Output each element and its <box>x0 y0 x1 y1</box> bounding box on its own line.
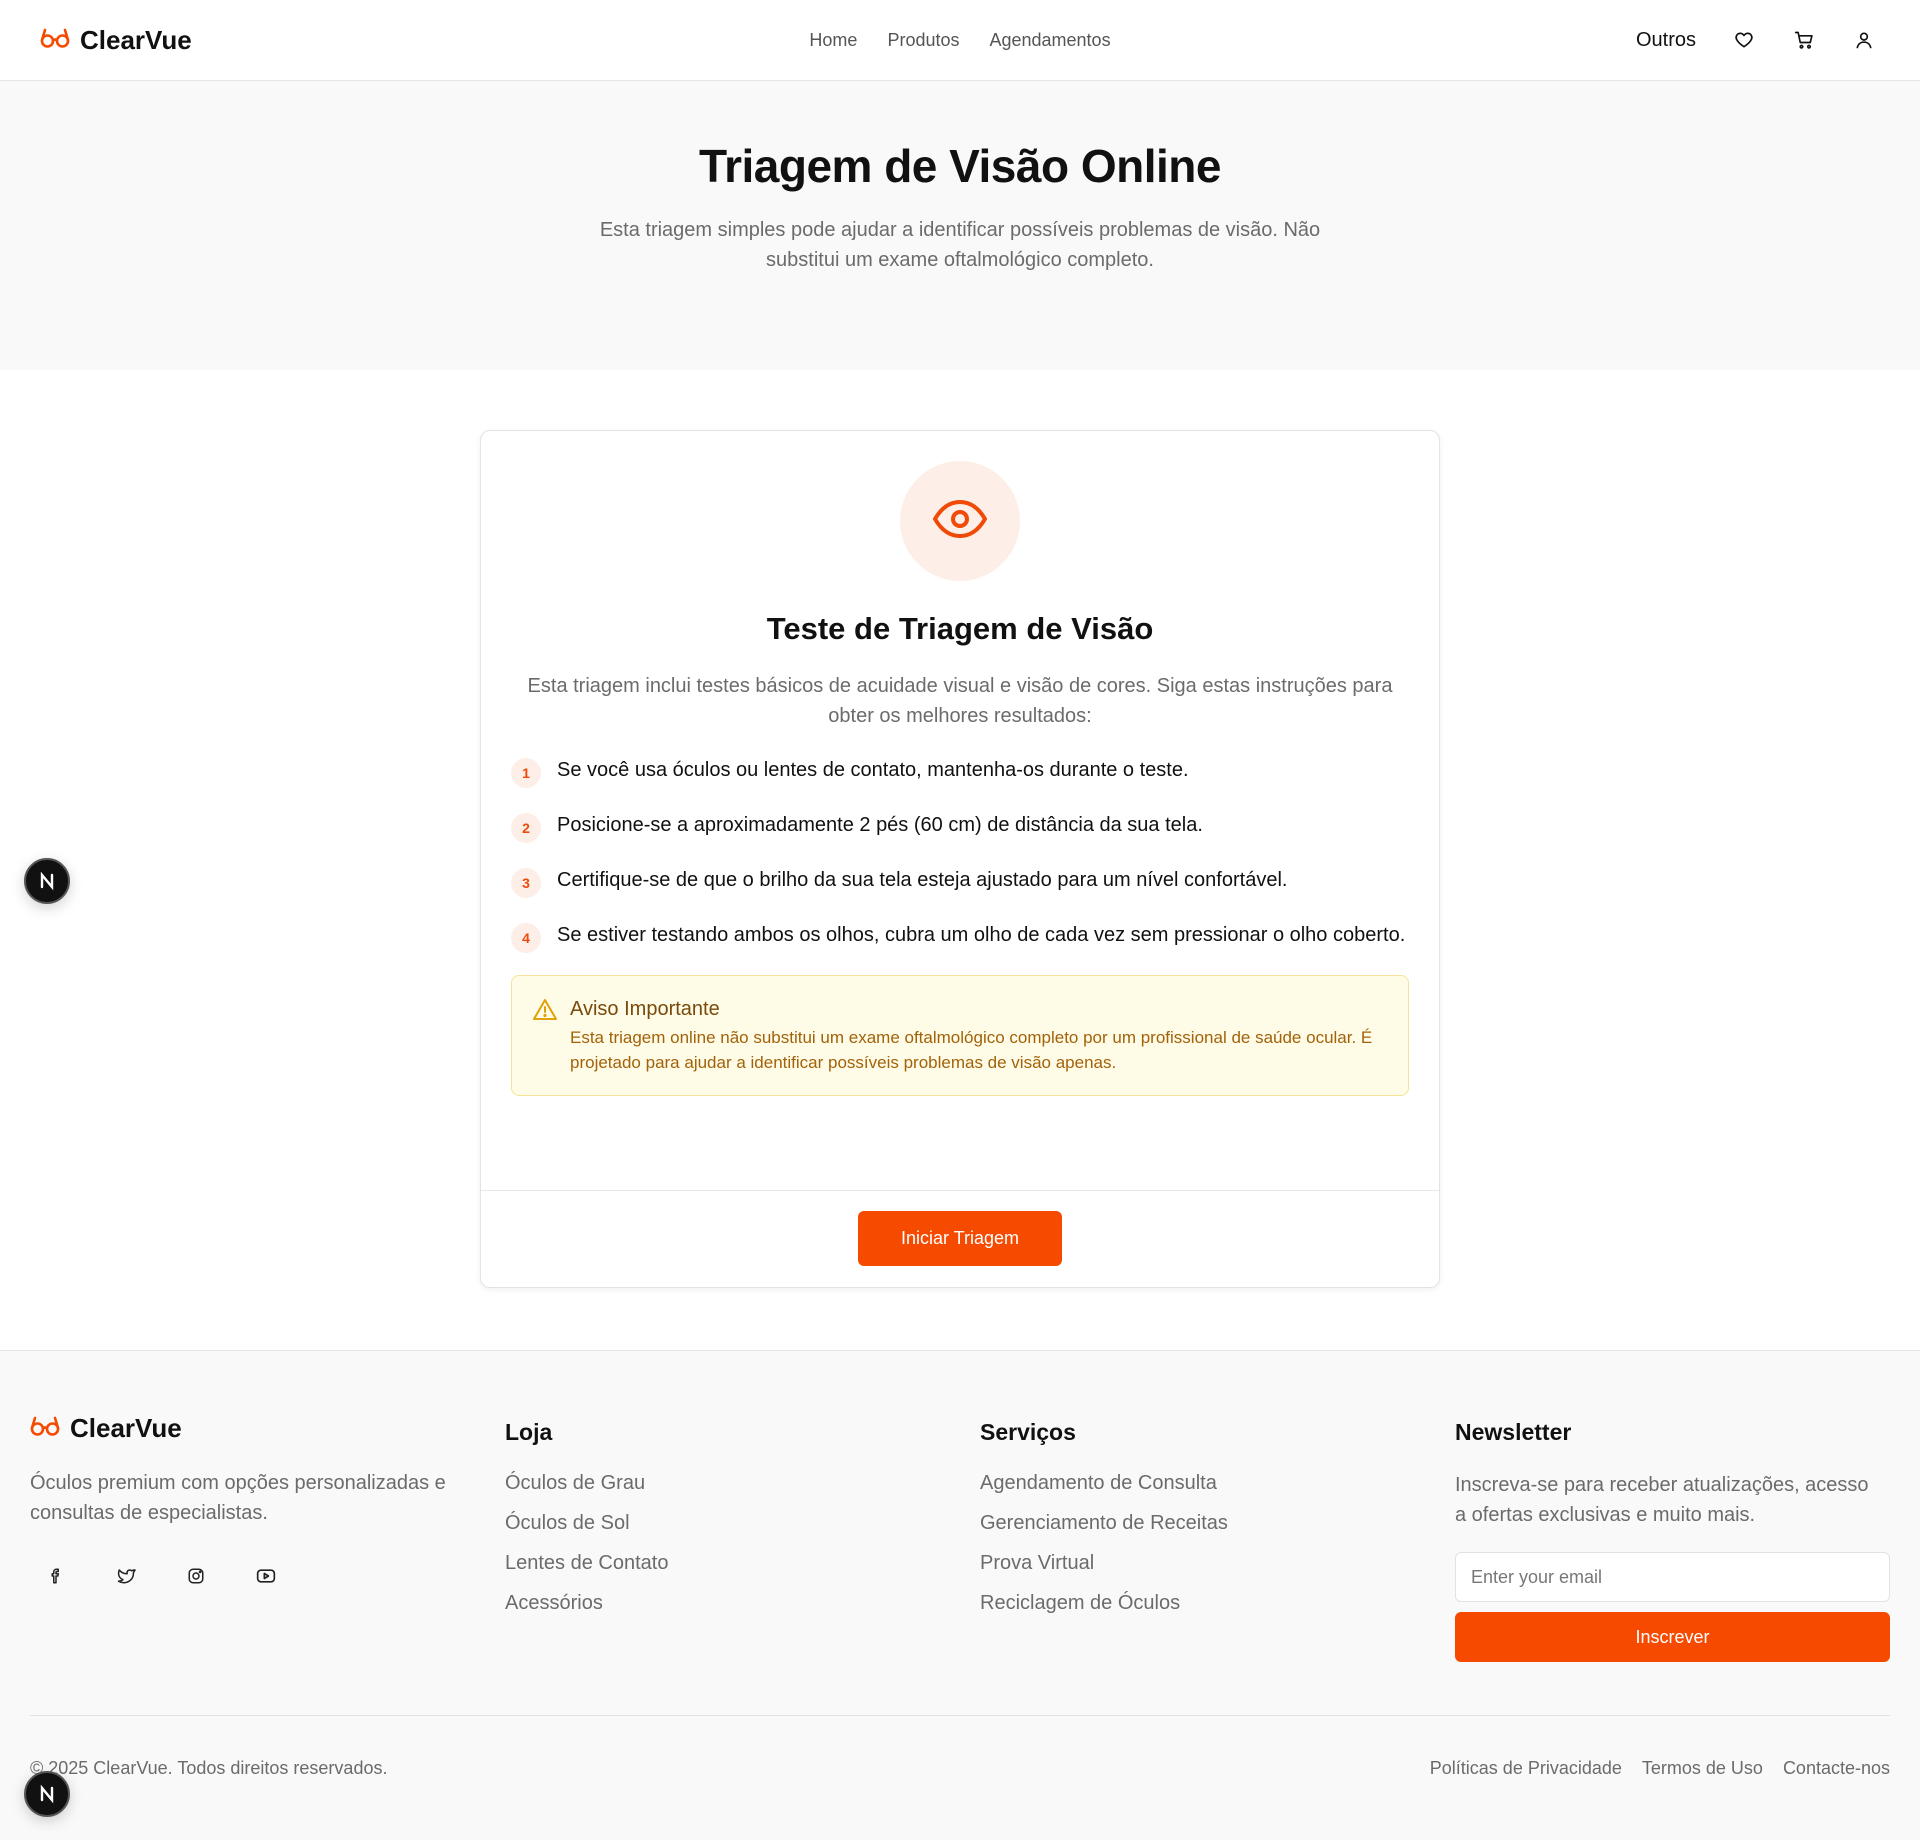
newsletter-title: Newsletter <box>1455 1419 1572 1445</box>
copyright-text: © 2025 ClearVue. Todos direitos reservad… <box>30 1758 388 1778</box>
footer-servicos-column: Serviços Agendamento de Consulta Gerenci… <box>980 1413 1455 1662</box>
step-number: 4 <box>511 923 541 953</box>
site-footer: ClearVue Óculos premium com opções perso… <box>0 1350 1920 1840</box>
header-actions: Outros <box>1636 28 1876 52</box>
nav-home[interactable]: Home <box>809 30 857 51</box>
footer-link[interactable]: Gerenciamento de Receitas <box>980 1508 1455 1538</box>
heart-icon[interactable] <box>1732 28 1756 52</box>
twitter-icon[interactable] <box>114 1564 138 1588</box>
footer-servicos-title: Serviços <box>980 1419 1076 1445</box>
screening-card: Teste de Triagem de Visão Esta triagem i… <box>480 430 1440 1288</box>
card-footer: Iniciar Triagem <box>481 1190 1439 1287</box>
footer-brand-column: ClearVue Óculos premium com opções perso… <box>30 1413 505 1662</box>
footer-columns: ClearVue Óculos premium com opções perso… <box>30 1351 1890 1662</box>
n-badge-button[interactable] <box>24 858 70 904</box>
n-badge-button[interactable] <box>24 1771 70 1817</box>
warning-title: Aviso Importante <box>570 998 720 1020</box>
outros-menu[interactable]: Outros <box>1636 29 1696 52</box>
privacy-link[interactable]: Políticas de Privacidade <box>1430 1758 1622 1779</box>
youtube-icon[interactable] <box>254 1564 278 1588</box>
footer-link[interactable]: Reciclagem de Óculos <box>980 1588 1455 1618</box>
cart-icon[interactable] <box>1792 28 1816 52</box>
footer-loja-title: Loja <box>505 1419 553 1445</box>
main-section: Teste de Triagem de Visão Esta triagem i… <box>0 370 1920 1350</box>
step-text: Se estiver testando ambos os olhos, cubr… <box>557 924 1406 946</box>
instagram-icon[interactable] <box>184 1564 208 1588</box>
instruction-item: 2 Posicione-se a aproximadamente 2 pés (… <box>511 810 1409 843</box>
footer-bottom: © 2025 ClearVue. Todos direitos reservad… <box>30 1715 1890 1779</box>
warning-icon <box>532 998 558 1075</box>
footer-description: Óculos premium com opções personalizadas… <box>30 1472 446 1524</box>
eye-badge <box>900 461 1020 581</box>
warning-alert: Aviso Importante Esta triagem online não… <box>511 975 1409 1096</box>
warning-body: Aviso Importante Esta triagem online não… <box>570 998 1388 1075</box>
footer-link[interactable]: Acessórios <box>505 1588 980 1618</box>
newsletter-text: Inscreva-se para receber atualizações, a… <box>1455 1474 1869 1526</box>
instruction-list: 1 Se você usa óculos ou lentes de contat… <box>511 755 1409 953</box>
glasses-icon <box>30 1415 60 1442</box>
step-text: Certifique-se de que o brilho da sua tel… <box>557 869 1288 891</box>
footer-loja-links: Óculos de Grau Óculos de Sol Lentes de C… <box>505 1468 980 1618</box>
contact-link[interactable]: Contacte-nos <box>1783 1758 1890 1779</box>
footer-link[interactable]: Óculos de Sol <box>505 1508 980 1538</box>
eye-icon <box>932 499 988 544</box>
glasses-icon <box>40 27 70 54</box>
footer-link[interactable]: Agendamento de Consulta <box>980 1468 1455 1498</box>
card-intro: Esta triagem inclui testes básicos de ac… <box>527 675 1393 727</box>
footer-brand-name: ClearVue <box>70 1413 182 1443</box>
social-links <box>30 1564 505 1588</box>
instruction-item: 1 Se você usa óculos ou lentes de contat… <box>511 755 1409 788</box>
footer-logo[interactable]: ClearVue <box>30 1413 505 1444</box>
card-title: Teste de Triagem de Visão <box>766 611 1154 646</box>
instruction-item: 3 Certifique-se de que o brilho da sua t… <box>511 865 1409 898</box>
site-header: ClearVue Home Produtos Agendamentos Outr… <box>0 0 1920 81</box>
brand-logo[interactable]: ClearVue <box>40 25 192 56</box>
step-number: 3 <box>511 868 541 898</box>
footer-link[interactable]: Lentes de Contato <box>505 1548 980 1578</box>
nav-produtos[interactable]: Produtos <box>887 30 959 51</box>
subscribe-button[interactable]: Inscrever <box>1455 1612 1890 1662</box>
main-nav: Home Produtos Agendamentos <box>809 30 1110 51</box>
hero-section: Triagem de Visão Online Esta triagem sim… <box>0 81 1920 370</box>
page-subtitle: Esta triagem simples pode ajudar a ident… <box>599 219 1321 271</box>
facebook-icon[interactable] <box>44 1564 68 1588</box>
instruction-item: 4 Se estiver testando ambos os olhos, cu… <box>511 920 1409 953</box>
footer-link[interactable]: Prova Virtual <box>980 1548 1455 1578</box>
nav-agendamentos[interactable]: Agendamentos <box>989 30 1110 51</box>
footer-loja-column: Loja Óculos de Grau Óculos de Sol Lentes… <box>505 1413 980 1662</box>
footer-newsletter-column: Newsletter Inscreva-se para receber atua… <box>1455 1413 1890 1662</box>
legal-links: Políticas de Privacidade Termos de Uso C… <box>1430 1758 1890 1779</box>
step-number: 2 <box>511 813 541 843</box>
brand-name: ClearVue <box>80 24 192 55</box>
footer-servicos-links: Agendamento de Consulta Gerenciamento de… <box>980 1468 1455 1618</box>
footer-link[interactable]: Óculos de Grau <box>505 1468 980 1498</box>
start-screening-button[interactable]: Iniciar Triagem <box>858 1211 1062 1266</box>
step-text: Se você usa óculos ou lentes de contato,… <box>557 759 1189 781</box>
user-icon[interactable] <box>1852 28 1876 52</box>
newsletter-email-input[interactable] <box>1455 1552 1890 1602</box>
step-text: Posicione-se a aproximadamente 2 pés (60… <box>557 814 1203 836</box>
page-title: Triagem de Visão Online <box>699 140 1221 192</box>
step-number: 1 <box>511 758 541 788</box>
warning-text: Esta triagem online não substitui um exa… <box>570 1028 1373 1072</box>
terms-link[interactable]: Termos de Uso <box>1642 1758 1763 1779</box>
